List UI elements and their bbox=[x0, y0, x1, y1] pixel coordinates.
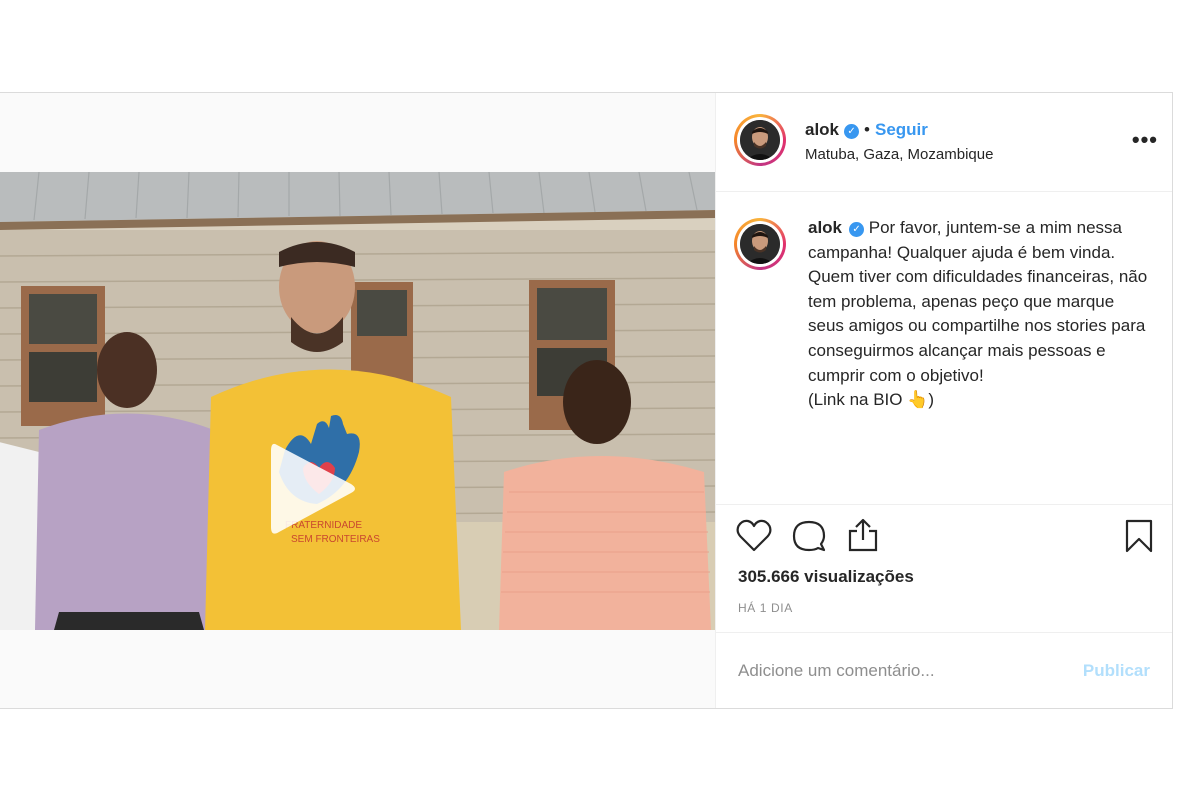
caption-text: Por favor, juntem-se a mim nessa campanh… bbox=[808, 218, 1148, 410]
publish-button[interactable]: Publicar bbox=[1083, 661, 1150, 681]
post-time[interactable]: HÁ 1 DIA bbox=[738, 601, 793, 615]
post-media: FRATERNIDADE SEM FRONTEIRAS bbox=[0, 93, 715, 708]
author-username[interactable]: alok bbox=[805, 120, 839, 139]
bookmark-icon[interactable] bbox=[1124, 518, 1154, 554]
more-options-icon[interactable]: ••• bbox=[1132, 127, 1158, 153]
play-icon[interactable] bbox=[267, 439, 357, 539]
follow-button[interactable]: Seguir bbox=[875, 120, 928, 139]
verified-badge-icon: ✓ bbox=[844, 124, 860, 139]
instagram-post: FRATERNIDADE SEM FRONTEIRAS alok ✓ • Seg… bbox=[0, 92, 1173, 709]
post-header: alok ✓ • Seguir Matuba, Gaza, Mozambique ••… bbox=[716, 93, 1172, 192]
video-player[interactable]: FRATERNIDADE SEM FRONTEIRAS bbox=[0, 172, 715, 630]
comment-bar: Publicar bbox=[716, 632, 1172, 709]
share-icon[interactable] bbox=[846, 517, 880, 553]
post-location[interactable]: Matuba, Gaza, Mozambique bbox=[805, 146, 993, 163]
heart-icon[interactable] bbox=[736, 519, 772, 553]
comment-input[interactable] bbox=[738, 657, 1058, 685]
comment-icon[interactable] bbox=[791, 519, 827, 555]
caption: alok ✓ Por favor, juntem-se a mim nessa c… bbox=[808, 216, 1148, 413]
avatar-icon bbox=[740, 224, 780, 264]
views-count[interactable]: 305.666 visualizações bbox=[738, 567, 914, 587]
post-actions: 305.666 visualizações HÁ 1 DIA bbox=[716, 504, 1172, 633]
post-side-panel: alok ✓ • Seguir Matuba, Gaza, Mozambique ••… bbox=[715, 93, 1172, 708]
caption-username[interactable]: alok bbox=[808, 218, 842, 237]
caption-avatar[interactable] bbox=[734, 218, 786, 270]
verified-badge-icon: ✓ bbox=[849, 222, 865, 237]
caption-area: alok ✓ Por favor, juntem-se a mim nessa c… bbox=[716, 192, 1172, 503]
author-avatar[interactable] bbox=[734, 114, 786, 166]
avatar-icon bbox=[740, 120, 780, 160]
video-frame-image: FRATERNIDADE SEM FRONTEIRAS bbox=[0, 172, 715, 630]
separator-dot: • bbox=[864, 120, 870, 139]
